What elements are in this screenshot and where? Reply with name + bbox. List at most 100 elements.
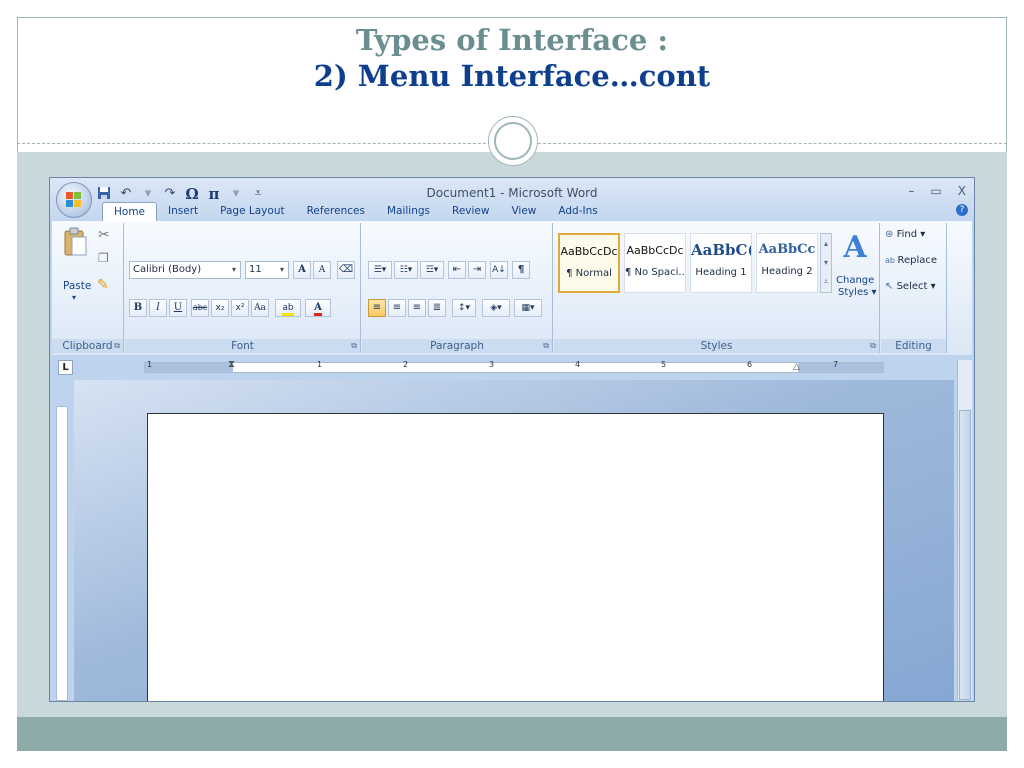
ruler-number: 3 xyxy=(489,360,495,369)
bold-button[interactable]: B xyxy=(129,299,147,317)
ruler-left-margin xyxy=(145,363,233,372)
tab-review[interactable]: Review xyxy=(441,202,500,221)
scrollbar-thumb[interactable] xyxy=(959,410,971,700)
cut-icon[interactable]: ✂ xyxy=(98,227,110,243)
highlight-color-button[interactable]: ab xyxy=(275,299,301,317)
tab-insert[interactable]: Insert xyxy=(157,202,209,221)
tab-selector-button[interactable]: L xyxy=(58,360,73,375)
style-normal-name: ¶ Normal xyxy=(566,268,612,279)
style-normal[interactable]: AaBbCcDc ¶ Normal xyxy=(558,233,620,293)
minimize-button[interactable]: – xyxy=(908,184,914,198)
font-size-dropdown-icon: ▾ xyxy=(279,265,284,274)
horizontal-ruler[interactable]: 1 1 2 3 4 5 6 7 ⧗ △ xyxy=(144,359,884,373)
paste-button[interactable]: Paste xyxy=(63,280,91,292)
tab-add-ins[interactable]: Add-Ins xyxy=(547,202,608,221)
style-no-spacing-sample: AaBbCcDc xyxy=(626,244,684,257)
font-color-button[interactable]: A xyxy=(305,299,331,317)
superscript-button[interactable]: x² xyxy=(231,299,249,317)
styles-group: AaBbCcDc ¶ Normal AaBbCcDc ¶ No Spaci...… xyxy=(554,223,880,353)
format-painter-icon[interactable]: ✎ xyxy=(97,277,109,293)
multilevel-list-button[interactable]: ☲▾ xyxy=(420,261,444,279)
vertical-ruler[interactable] xyxy=(56,406,68,701)
ruler-number: 2 xyxy=(403,360,409,369)
indent-marker-icon[interactable]: ⧗ xyxy=(228,359,235,370)
style-heading-2-sample: AaBbCc xyxy=(758,242,816,257)
ruler-number: 4 xyxy=(575,360,581,369)
style-heading-2-name: Heading 2 xyxy=(761,266,813,277)
ribbon: Paste ▾ ✂ ❐ ✎ Clipboard ⧉ Calibri (Body)… xyxy=(52,221,972,355)
font-launcher-icon[interactable]: ⧉ xyxy=(351,341,357,351)
strikethrough-button[interactable]: abc xyxy=(191,299,209,317)
borders-button[interactable]: ▦▾ xyxy=(514,299,542,317)
select-button[interactable]: ↖ Select ▾ xyxy=(885,281,936,292)
decrease-indent-button[interactable]: ⇤ xyxy=(448,261,466,279)
style-heading-1-sample: AaBbC( xyxy=(691,241,751,259)
ruler-number: 1 xyxy=(147,360,153,369)
clipboard-label: Clipboard xyxy=(52,339,123,353)
help-icon[interactable]: ? xyxy=(956,204,968,216)
italic-button[interactable]: I xyxy=(149,299,167,317)
window-title: Document1 - Microsoft Word xyxy=(426,186,598,200)
align-left-button[interactable]: ≡ xyxy=(368,299,386,317)
font-group: Calibri (Body) ▾ 11 ▾ A A ⌫ B I U abc x₂ x… xyxy=(125,223,361,353)
style-no-spacing[interactable]: AaBbCcDc ¶ No Spaci... xyxy=(624,233,686,293)
divider-circle-inner xyxy=(494,122,532,160)
clear-formatting-icon[interactable]: ⌫ xyxy=(337,261,355,279)
font-size-value: 11 xyxy=(249,264,262,275)
numbering-button[interactable]: ☷▾ xyxy=(394,261,418,279)
select-label: Select ▾ xyxy=(896,281,936,292)
font-name-value: Calibri (Body) xyxy=(133,264,202,275)
tab-view[interactable]: View xyxy=(500,202,547,221)
paste-dropdown-icon[interactable]: ▾ xyxy=(72,293,76,302)
underline-button[interactable]: U xyxy=(169,299,187,317)
clipboard-group: Paste ▾ ✂ ❐ ✎ Clipboard ⧉ xyxy=(52,223,124,353)
tab-page-layout[interactable]: Page Layout xyxy=(209,202,295,221)
align-right-button[interactable]: ≡ xyxy=(408,299,426,317)
sort-button[interactable]: A↓ xyxy=(490,261,508,279)
show-formatting-marks-button[interactable]: ¶ xyxy=(512,261,530,279)
tab-references[interactable]: References xyxy=(296,202,376,221)
replace-button[interactable]: ab Replace xyxy=(885,255,937,266)
copy-icon[interactable]: ❐ xyxy=(98,251,109,265)
style-heading-1[interactable]: AaBbC( Heading 1 xyxy=(690,233,752,293)
justify-button[interactable]: ≣ xyxy=(428,299,446,317)
paste-icon[interactable] xyxy=(62,227,88,257)
styles-launcher-icon[interactable]: ⧉ xyxy=(870,341,876,351)
document-page[interactable] xyxy=(147,413,884,701)
vertical-scrollbar[interactable] xyxy=(957,360,972,700)
font-name-dropdown-icon: ▾ xyxy=(231,265,236,274)
subscript-button[interactable]: x₂ xyxy=(211,299,229,317)
shrink-font-button[interactable]: A xyxy=(313,261,331,279)
paragraph-launcher-icon[interactable]: ⧉ xyxy=(543,341,549,351)
bullets-button[interactable]: ☰▾ xyxy=(368,261,392,279)
change-styles-label-1[interactable]: Change xyxy=(836,275,874,286)
grow-font-button[interactable]: A xyxy=(293,261,311,279)
tab-mailings[interactable]: Mailings xyxy=(376,202,441,221)
styles-gallery-scroll[interactable]: ▴ ▾ ⩡ xyxy=(820,233,832,293)
align-center-button[interactable]: ≡ xyxy=(388,299,406,317)
change-styles-icon[interactable]: A xyxy=(838,231,872,265)
font-label: Font xyxy=(125,339,360,353)
find-button[interactable]: ⊛ Find ▾ xyxy=(885,229,925,240)
cursor-icon: ↖ xyxy=(885,281,897,292)
tab-home[interactable]: Home xyxy=(102,202,158,222)
change-case-button[interactable]: Aa xyxy=(251,299,269,317)
font-name-select[interactable]: Calibri (Body) ▾ xyxy=(129,261,241,279)
increase-indent-button[interactable]: ⇥ xyxy=(468,261,486,279)
restore-button[interactable]: ▭ xyxy=(930,184,941,198)
paragraph-group: ☰▾ ☷▾ ☲▾ ⇤ ⇥ A↓ ¶ ≡ ≡ ≡ ≣ ↕▾ ◈▾ ▦▾ Parag… xyxy=(362,223,553,353)
shading-button[interactable]: ◈▾ xyxy=(482,299,510,317)
style-heading-2[interactable]: AaBbCc Heading 2 xyxy=(756,233,818,293)
ruler-area: L 1 1 2 3 4 5 6 7 ⧗ △ xyxy=(52,356,972,380)
binoculars-icon: ⊛ xyxy=(885,229,897,240)
slide-title-line2: 2) Menu Interface…cont xyxy=(313,59,711,93)
change-styles-label-2[interactable]: Styles ▾ xyxy=(838,287,877,298)
clipboard-launcher-icon[interactable]: ⧉ xyxy=(114,341,120,351)
paragraph-label: Paragraph xyxy=(362,339,552,353)
replace-label: Replace xyxy=(897,255,938,266)
styles-label: Styles xyxy=(554,339,879,353)
close-button[interactable]: X xyxy=(958,184,966,198)
right-indent-marker-icon[interactable]: △ xyxy=(793,362,800,372)
line-spacing-button[interactable]: ↕▾ xyxy=(452,299,476,317)
font-size-select[interactable]: 11 ▾ xyxy=(245,261,289,279)
